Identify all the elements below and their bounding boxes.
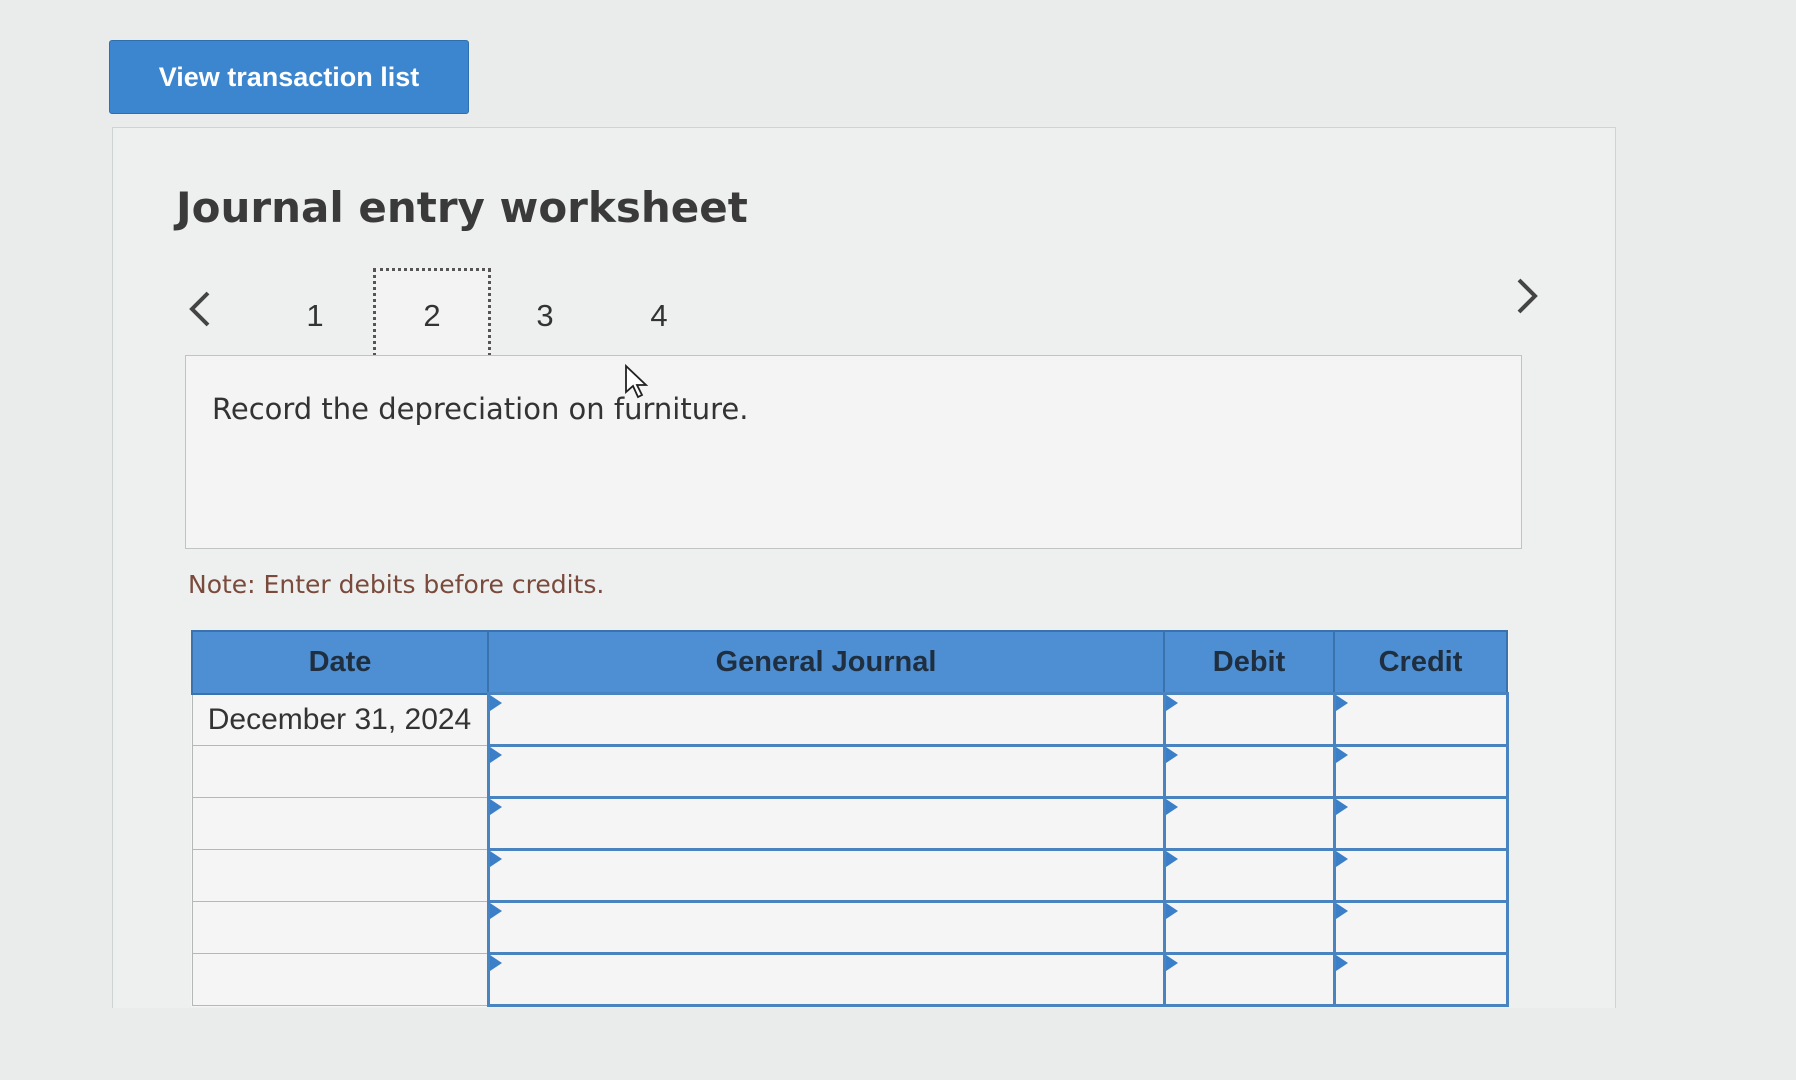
input-marker-icon bbox=[1165, 747, 1178, 763]
dropdown-marker-icon bbox=[489, 695, 502, 711]
tab-3[interactable]: 3 bbox=[486, 268, 604, 364]
input-marker-icon bbox=[1165, 799, 1178, 815]
instruction-box bbox=[185, 355, 1522, 549]
input-marker-icon bbox=[1335, 903, 1348, 919]
input-marker-icon bbox=[1335, 799, 1348, 815]
date-cell bbox=[191, 953, 489, 1006]
dropdown-marker-icon bbox=[489, 955, 502, 971]
debit-input[interactable] bbox=[1162, 900, 1336, 955]
credit-input[interactable] bbox=[1332, 848, 1509, 903]
table-row bbox=[191, 744, 1509, 799]
date-cell bbox=[191, 901, 489, 954]
page-title: Journal entry worksheet bbox=[176, 183, 748, 232]
input-marker-icon bbox=[1335, 955, 1348, 971]
date-cell: December 31, 2024 bbox=[191, 693, 489, 746]
account-select[interactable] bbox=[486, 952, 1166, 1007]
dropdown-marker-icon bbox=[489, 747, 502, 763]
account-select[interactable] bbox=[486, 744, 1166, 799]
debit-header: Debit bbox=[1163, 630, 1335, 695]
debit-input[interactable] bbox=[1162, 952, 1336, 1007]
general-journal-header: General Journal bbox=[487, 630, 1165, 695]
tab-1[interactable]: 1 bbox=[256, 268, 374, 364]
dropdown-marker-icon bbox=[489, 851, 502, 867]
next-arrow-icon[interactable] bbox=[1507, 271, 1547, 321]
debit-input[interactable] bbox=[1162, 796, 1336, 851]
credit-input[interactable] bbox=[1332, 952, 1509, 1007]
journal-table: Date General Journal Debit Credit Decemb… bbox=[191, 630, 1509, 1007]
account-select[interactable] bbox=[486, 692, 1166, 747]
account-select[interactable] bbox=[486, 900, 1166, 955]
date-cell bbox=[191, 849, 489, 902]
date-cell bbox=[191, 797, 489, 850]
mouse-pointer-icon bbox=[625, 364, 648, 399]
journal-header-row: Date General Journal Debit Credit bbox=[191, 630, 1508, 695]
table-row bbox=[191, 848, 1509, 903]
table-row: December 31, 2024 bbox=[191, 692, 1509, 747]
account-select[interactable] bbox=[486, 796, 1166, 851]
input-marker-icon bbox=[1335, 851, 1348, 867]
debit-input[interactable] bbox=[1162, 744, 1336, 799]
input-marker-icon bbox=[1165, 903, 1178, 919]
view-transaction-list-button[interactable]: View transaction list bbox=[109, 40, 469, 114]
table-row bbox=[191, 952, 1509, 1007]
credit-header: Credit bbox=[1333, 630, 1508, 695]
table-row bbox=[191, 900, 1509, 955]
credit-input[interactable] bbox=[1332, 744, 1509, 799]
debit-input[interactable] bbox=[1162, 692, 1336, 747]
dropdown-marker-icon bbox=[489, 799, 502, 815]
input-marker-icon bbox=[1335, 747, 1348, 763]
tab-4[interactable]: 4 bbox=[600, 268, 718, 364]
dropdown-marker-icon bbox=[489, 903, 502, 919]
date-cell bbox=[191, 745, 489, 798]
instruction-text: Record the depreciation on furniture. bbox=[212, 392, 749, 426]
input-marker-icon bbox=[1165, 955, 1178, 971]
tab-2[interactable]: 2 bbox=[373, 268, 491, 364]
date-header: Date bbox=[191, 630, 489, 695]
input-marker-icon bbox=[1165, 695, 1178, 711]
prev-arrow-icon[interactable] bbox=[180, 284, 220, 334]
credit-input[interactable] bbox=[1332, 692, 1509, 747]
note-text: Note: Enter debits before credits. bbox=[188, 570, 605, 599]
table-row bbox=[191, 796, 1509, 851]
credit-input[interactable] bbox=[1332, 900, 1509, 955]
input-marker-icon bbox=[1165, 851, 1178, 867]
credit-input[interactable] bbox=[1332, 796, 1509, 851]
input-marker-icon bbox=[1335, 695, 1348, 711]
account-select[interactable] bbox=[486, 848, 1166, 903]
debit-input[interactable] bbox=[1162, 848, 1336, 903]
